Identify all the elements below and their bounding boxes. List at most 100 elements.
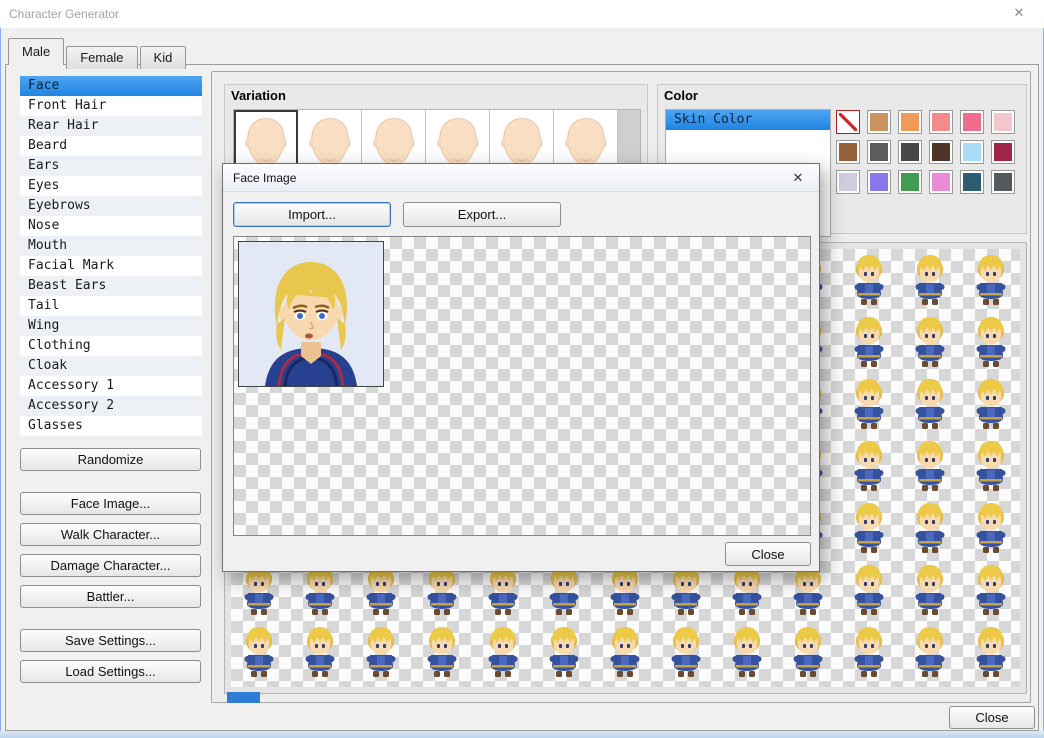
character-sprite — [967, 439, 1015, 495]
parts-list-item-clothing[interactable]: Clothing — [20, 336, 202, 356]
dialog-title: Face Image — [233, 171, 297, 185]
parts-list-item-glasses[interactable]: Glasses — [20, 416, 202, 436]
character-sprite — [967, 253, 1015, 309]
face-image-item[interactable] — [238, 241, 384, 387]
color-swatch[interactable] — [960, 140, 984, 164]
character-sprite — [845, 563, 893, 619]
character-sprite — [906, 315, 954, 371]
color-swatch[interactable] — [960, 110, 984, 134]
parts-list-item-rear-hair[interactable]: Rear Hair — [20, 116, 202, 136]
character-sprite — [235, 625, 283, 681]
color-target-item-skin-color[interactable]: Skin Color — [666, 110, 830, 130]
color-swatch[interactable] — [991, 170, 1015, 194]
parts-list-item-mouth[interactable]: Mouth — [20, 236, 202, 256]
window-frame-bottom — [0, 731, 1044, 738]
preview-scroll-indicator — [227, 692, 260, 703]
character-sprite — [784, 625, 832, 681]
color-swatch[interactable] — [836, 140, 860, 164]
window-title: Character Generator — [9, 7, 120, 21]
character-sprite — [845, 501, 893, 557]
save-settings-button[interactable]: Save Settings... — [20, 629, 201, 652]
character-sprite — [479, 625, 527, 681]
window-close-icon[interactable]: ✕ — [1006, 5, 1032, 23]
randomize-button[interactable]: Randomize — [20, 448, 201, 471]
dialog-close-button[interactable]: Close — [725, 542, 811, 566]
tab-kid[interactable]: Kid — [139, 46, 187, 69]
tab-male[interactable]: Male — [8, 38, 65, 65]
parts-list-item-facial-mark[interactable]: Facial Mark — [20, 256, 202, 276]
import-button[interactable]: Import... — [233, 202, 391, 227]
tab-female[interactable]: Female — [66, 46, 138, 69]
character-generator-window: Character Generator ✕ Male Female Kid Face… — [0, 0, 1044, 738]
parts-list-item-front-hair[interactable]: Front Hair — [20, 96, 202, 116]
character-sprite — [845, 253, 893, 309]
parts-list: Face Front Hair Rear Hair Beard Ears Eyes Eyeb… — [20, 76, 202, 436]
character-sprite — [967, 501, 1015, 557]
character-sprite — [967, 315, 1015, 371]
character-sprite — [845, 315, 893, 371]
parts-list-item-ears[interactable]: Ears — [20, 156, 202, 176]
character-sprite — [601, 625, 649, 681]
color-swatch[interactable] — [867, 170, 891, 194]
color-swatch[interactable] — [898, 110, 922, 134]
parts-list-item-eyebrows[interactable]: Eyebrows — [20, 196, 202, 216]
window-title-bar: Character Generator ✕ — [0, 0, 1044, 28]
parts-list-item-tail[interactable]: Tail — [20, 296, 202, 316]
color-group-title: Color — [664, 88, 698, 103]
face-portrait-image — [239, 242, 383, 386]
parts-list-item-accessory-1[interactable]: Accessory 1 — [20, 376, 202, 396]
color-swatch[interactable] — [836, 110, 860, 134]
color-swatch[interactable] — [867, 110, 891, 134]
variation-group-title: Variation — [231, 88, 286, 103]
parts-list-item-wing[interactable]: Wing — [20, 316, 202, 336]
character-sprite — [906, 563, 954, 619]
character-sprite — [662, 625, 710, 681]
character-sprite — [906, 625, 954, 681]
face-image-list — [233, 236, 811, 536]
damage-character-button[interactable]: Damage Character... — [20, 554, 201, 577]
character-sprite — [845, 439, 893, 495]
walk-character-button[interactable]: Walk Character... — [20, 523, 201, 546]
parts-list-item-eyes[interactable]: Eyes — [20, 176, 202, 196]
color-swatch[interactable] — [836, 170, 860, 194]
character-sprite — [845, 625, 893, 681]
face-image-dialog: Face Image ✕ Import... Export... Close — [222, 163, 820, 572]
character-sprite — [357, 625, 405, 681]
character-sprite — [967, 625, 1015, 681]
face-image-button[interactable]: Face Image... — [20, 492, 201, 515]
character-sprite — [967, 377, 1015, 433]
battler-button[interactable]: Battler... — [20, 585, 201, 608]
parts-list-item-beast-ears[interactable]: Beast Ears — [20, 276, 202, 296]
color-swatch[interactable] — [867, 140, 891, 164]
color-swatch[interactable] — [898, 140, 922, 164]
parts-list-item-nose[interactable]: Nose — [20, 216, 202, 236]
parts-list-item-face[interactable]: Face — [20, 76, 202, 96]
color-swatch[interactable] — [898, 170, 922, 194]
character-sprite — [906, 501, 954, 557]
character-sprite — [845, 377, 893, 433]
character-sprite — [418, 625, 466, 681]
dialog-title-bar: Face Image ✕ — [223, 164, 819, 192]
character-sprite — [723, 625, 771, 681]
character-sprite — [906, 439, 954, 495]
color-swatch[interactable] — [991, 110, 1015, 134]
character-sprite — [296, 625, 344, 681]
parts-list-item-cloak[interactable]: Cloak — [20, 356, 202, 376]
dialog-close-icon[interactable]: ✕ — [787, 170, 809, 186]
color-swatch[interactable] — [929, 140, 953, 164]
color-swatch[interactable] — [929, 110, 953, 134]
load-settings-button[interactable]: Load Settings... — [20, 660, 201, 683]
color-palette — [836, 110, 1015, 194]
character-sprite — [540, 625, 588, 681]
character-sprite — [906, 253, 954, 309]
color-swatch[interactable] — [991, 140, 1015, 164]
export-button[interactable]: Export... — [403, 202, 561, 227]
color-swatch[interactable] — [929, 170, 953, 194]
parts-list-item-accessory-2[interactable]: Accessory 2 — [20, 396, 202, 416]
character-sprite — [906, 377, 954, 433]
color-swatch[interactable] — [960, 170, 984, 194]
close-button[interactable]: Close — [949, 706, 1035, 729]
tab-bar: Male Female Kid — [8, 38, 188, 69]
parts-list-item-beard[interactable]: Beard — [20, 136, 202, 156]
character-sprite — [967, 563, 1015, 619]
